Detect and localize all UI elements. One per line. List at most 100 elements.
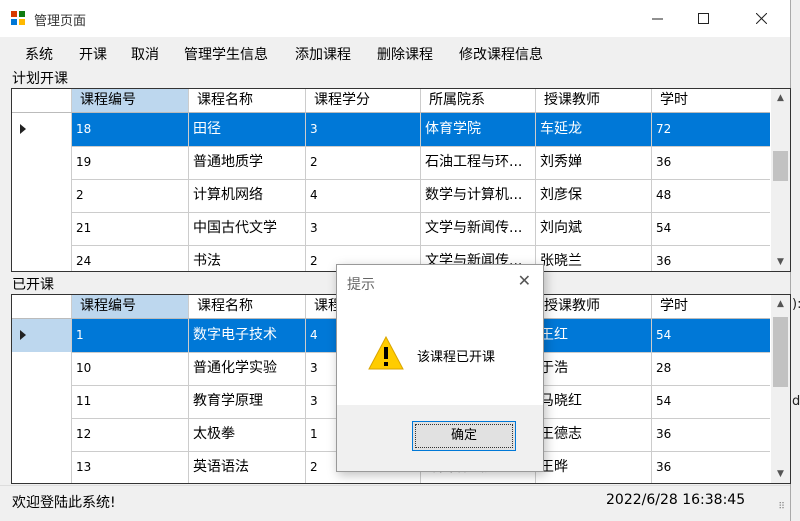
cell-credits[interactable]: 4	[306, 179, 421, 212]
cell-teacher[interactable]: 王红	[536, 319, 652, 352]
planned-grid-header: 课程编号 课程名称 课程学分 所属院系 授课教师 学时	[12, 89, 770, 113]
cell-teacher[interactable]: 王晔	[536, 451, 652, 483]
planned-grid-scrollbar[interactable]: ▲ ▼	[771, 89, 790, 271]
cell-course-name[interactable]: 普通化学实验	[189, 352, 306, 385]
row-selector[interactable]	[12, 451, 72, 483]
row-selector[interactable]	[12, 113, 72, 146]
opened-grid-scrollbar[interactable]: ▲ ▼	[771, 295, 790, 483]
column-header-credits[interactable]: 课程学分	[306, 89, 421, 112]
column-header-course-id[interactable]: 课程编号	[72, 295, 189, 318]
planned-courses-label: 计划开课	[12, 71, 68, 87]
scroll-thumb[interactable]	[773, 151, 788, 181]
cell-teacher[interactable]: 刘向斌	[536, 212, 652, 245]
menu-edit-course[interactable]: 修改课程信息	[459, 44, 543, 64]
row-selector[interactable]	[12, 418, 72, 451]
cell-hours[interactable]: 36	[652, 245, 770, 271]
table-row[interactable]: 21 中国古代文学 3 文学与新闻传... 刘向斌 54	[12, 212, 770, 246]
cell-hours[interactable]: 54	[652, 212, 770, 245]
column-header-course-name[interactable]: 课程名称	[189, 89, 306, 112]
column-header-department[interactable]: 所属院系	[421, 89, 536, 112]
cell-course-id[interactable]: 1	[72, 319, 189, 352]
cell-hours[interactable]: 36	[652, 146, 770, 179]
cell-teacher[interactable]: 于浩	[536, 352, 652, 385]
cell-hours[interactable]: 36	[652, 418, 770, 451]
cell-teacher[interactable]: 刘秀婵	[536, 146, 652, 179]
column-header-teacher[interactable]: 授课教师	[536, 295, 652, 318]
cell-credits[interactable]: 3	[306, 113, 421, 146]
cell-course-id[interactable]: 24	[72, 245, 189, 271]
cell-course-name[interactable]: 中国古代文学	[189, 212, 306, 245]
cell-course-id[interactable]: 11	[72, 385, 189, 418]
cell-teacher[interactable]: 马晓红	[536, 385, 652, 418]
cell-hours[interactable]: 36	[652, 451, 770, 483]
row-selector[interactable]	[12, 146, 72, 179]
cell-course-name[interactable]: 太极拳	[189, 418, 306, 451]
column-header-hours[interactable]: 学时	[652, 295, 770, 318]
maximize-button[interactable]	[680, 0, 726, 37]
scroll-up-icon[interactable]: ▲	[771, 295, 790, 313]
cell-credits[interactable]: 3	[306, 212, 421, 245]
ok-button[interactable]: 确定	[412, 421, 516, 451]
opened-courses-label: 已开课	[12, 277, 54, 293]
cell-course-name[interactable]: 书法	[189, 245, 306, 271]
cell-hours[interactable]: 48	[652, 179, 770, 212]
cell-course-id[interactable]: 19	[72, 146, 189, 179]
row-selector[interactable]	[12, 212, 72, 245]
title-bar[interactable]: 管理页面	[0, 0, 790, 37]
cell-course-id[interactable]: 21	[72, 212, 189, 245]
resize-grip-icon[interactable]: ⠿	[778, 503, 785, 512]
cell-hours[interactable]: 28	[652, 352, 770, 385]
maximize-icon	[697, 13, 709, 24]
column-header-hours[interactable]: 学时	[652, 89, 770, 112]
cell-teacher[interactable]: 张晓兰	[536, 245, 652, 271]
cell-department[interactable]: 体育学院	[421, 113, 536, 146]
dialog-close-icon[interactable]: ✕	[518, 271, 531, 290]
cell-course-id[interactable]: 2	[72, 179, 189, 212]
cell-credits[interactable]: 2	[306, 146, 421, 179]
cell-department[interactable]: 数学与计算机...	[421, 179, 536, 212]
cell-hours[interactable]: 72	[652, 113, 770, 146]
menu-system[interactable]: 系统	[25, 44, 53, 64]
cell-course-name[interactable]: 英语语法	[189, 451, 306, 483]
row-selector[interactable]	[12, 179, 72, 212]
planned-courses-grid[interactable]: 课程编号 课程名称 课程学分 所属院系 授课教师 学时 18 田径 3 体育学院…	[11, 88, 791, 272]
cell-course-id[interactable]: 18	[72, 113, 189, 146]
menu-delete-course[interactable]: 删除课程	[377, 44, 433, 64]
menu-manage-students[interactable]: 管理学生信息	[184, 44, 268, 64]
cell-hours[interactable]: 54	[652, 319, 770, 352]
row-selector[interactable]	[12, 352, 72, 385]
scroll-down-icon[interactable]: ▼	[771, 465, 790, 483]
table-row[interactable]: 18 田径 3 体育学院 车延龙 72	[12, 113, 770, 147]
cell-teacher[interactable]: 王德志	[536, 418, 652, 451]
menu-cancel[interactable]: 取消	[131, 44, 159, 64]
column-header-course-id[interactable]: 课程编号	[72, 89, 189, 112]
cell-course-name[interactable]: 田径	[189, 113, 306, 146]
cell-course-id[interactable]: 13	[72, 451, 189, 483]
scroll-down-icon[interactable]: ▼	[771, 253, 790, 271]
scroll-up-icon[interactable]: ▲	[771, 89, 790, 107]
row-selector[interactable]	[12, 385, 72, 418]
column-header-teacher[interactable]: 授课教师	[536, 89, 652, 112]
row-selector[interactable]	[12, 319, 72, 352]
cell-teacher[interactable]: 车延龙	[536, 113, 652, 146]
table-row[interactable]: 2 计算机网络 4 数学与计算机... 刘彦保 48	[12, 179, 770, 213]
scroll-thumb[interactable]	[773, 317, 788, 387]
minimize-icon	[651, 18, 663, 20]
cell-department[interactable]: 石油工程与环...	[421, 146, 536, 179]
menu-open-course[interactable]: 开课	[79, 44, 107, 64]
column-header-course-name[interactable]: 课程名称	[189, 295, 306, 318]
close-button[interactable]	[738, 0, 784, 37]
row-selector[interactable]	[12, 245, 72, 271]
cell-course-id[interactable]: 12	[72, 418, 189, 451]
menu-add-course[interactable]: 添加课程	[295, 44, 351, 64]
cell-course-name[interactable]: 计算机网络	[189, 179, 306, 212]
cell-hours[interactable]: 54	[652, 385, 770, 418]
cell-course-id[interactable]: 10	[72, 352, 189, 385]
minimize-button[interactable]	[634, 0, 680, 37]
cell-course-name[interactable]: 普通地质学	[189, 146, 306, 179]
cell-teacher[interactable]: 刘彦保	[536, 179, 652, 212]
table-row[interactable]: 19 普通地质学 2 石油工程与环... 刘秀婵 36	[12, 146, 770, 180]
cell-course-name[interactable]: 教育学原理	[189, 385, 306, 418]
cell-department[interactable]: 文学与新闻传...	[421, 212, 536, 245]
cell-course-name[interactable]: 数字电子技术	[189, 319, 306, 352]
